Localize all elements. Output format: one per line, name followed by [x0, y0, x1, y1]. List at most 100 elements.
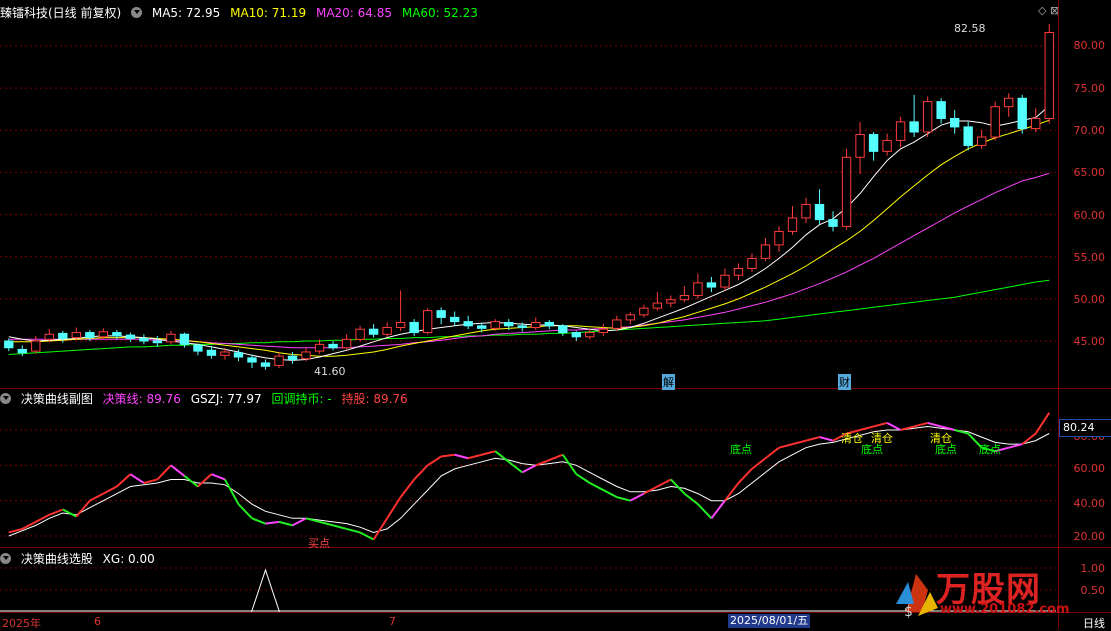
panel-divider[interactable] [0, 547, 1111, 548]
jcx-segment [197, 473, 213, 488]
candle-body [233, 352, 244, 358]
price-tick: 70.00 [1073, 124, 1106, 137]
candle-body [382, 327, 392, 335]
candle-body [760, 244, 771, 259]
jcx-segment [521, 464, 537, 474]
jcx-segment [548, 453, 564, 461]
candle-body [4, 340, 14, 349]
select-title[interactable]: 决策曲线选股 [21, 552, 93, 566]
jcx-segment [697, 503, 713, 520]
candle-body [341, 338, 352, 349]
candle-body [868, 134, 879, 152]
jcx-segment [319, 520, 334, 527]
candle-body [814, 203, 825, 221]
current-date-tag: 2025/08/01/五 [728, 614, 811, 628]
jcx-segment [886, 422, 902, 431]
candle-body [693, 282, 703, 296]
price-axis: 80.00 75.00 70.00 65.00 60.00 55.00 50.0… [1058, 0, 1111, 630]
jcx-segment [467, 453, 482, 460]
event-marker-cai[interactable]: 财 [838, 374, 851, 390]
jcx-segment [873, 421, 888, 428]
candle-body [477, 325, 487, 329]
candle-body [422, 310, 433, 334]
candle-body [855, 134, 865, 158]
candle-body [409, 321, 419, 334]
candle-body [706, 282, 717, 288]
gszj-legend: GSZJ: 77.97 [190, 392, 262, 406]
price-chart[interactable] [0, 0, 1111, 629]
jcx-segment [143, 478, 158, 484]
brand-url: www.201082.com [940, 602, 1070, 617]
candle-body [301, 351, 311, 360]
candle-body [571, 332, 581, 338]
jcx-segment [251, 517, 266, 525]
jcx-segment [386, 496, 402, 519]
candle-body [747, 257, 757, 270]
candle-body [612, 319, 622, 329]
price-tick: 65.00 [1073, 166, 1106, 179]
candle-body [449, 316, 460, 323]
jcx-segment [89, 492, 104, 502]
candle-body [139, 337, 149, 342]
candle-body [679, 294, 690, 301]
candle-body [287, 355, 298, 361]
candle-body [963, 126, 973, 146]
sub-dropdown-icon[interactable] [0, 393, 11, 404]
jcx-segment [278, 520, 293, 527]
jcx-segment [710, 500, 726, 519]
select-dropdown-icon[interactable] [0, 553, 11, 564]
sub-tick: 20.00 [1073, 530, 1106, 543]
sub-tick: 40.00 [1073, 497, 1106, 510]
jcx-segment [265, 520, 280, 525]
jcx-segment [724, 482, 740, 502]
jcx-segment [292, 517, 307, 527]
candle-body [720, 274, 730, 288]
signal-buy: 买点 [308, 537, 330, 550]
price-tick: 75.00 [1073, 82, 1106, 95]
candle-body [801, 203, 811, 219]
jcx-segment [170, 464, 186, 477]
candle-body [990, 106, 1000, 138]
jcx-segment [751, 457, 767, 470]
candle-body [166, 333, 176, 343]
select-tick: 0.50 [1080, 584, 1106, 597]
price-tick: 60.00 [1073, 209, 1106, 222]
select-header: 决策曲线选股 XG: 0.00 [0, 548, 161, 570]
candle-body [733, 268, 744, 276]
jcx-segment [927, 421, 942, 428]
signal-bottom: 底点 [935, 443, 957, 456]
candle-body [652, 302, 663, 309]
candle-body [1031, 117, 1041, 130]
brand-logo: $ 万股网 www.201082.com [888, 560, 1070, 620]
candle-body [544, 321, 554, 327]
jcx-segment [1008, 443, 1023, 449]
jcx-segment [1034, 412, 1051, 435]
candle-body [598, 328, 609, 334]
jcx-segment [494, 450, 510, 463]
jcx-segment [737, 468, 753, 484]
jcx-segment [183, 475, 199, 488]
candlesticks[interactable] [4, 24, 1054, 370]
candle-body [220, 351, 230, 356]
sub-title[interactable]: 决策曲线副图 [21, 392, 93, 406]
candle-body [17, 348, 27, 354]
select-tick: 1.00 [1080, 562, 1106, 575]
signal-bottom: 底点 [979, 443, 1001, 456]
jcx-segment [427, 455, 442, 467]
event-marker-jie[interactable]: 解 [662, 374, 675, 390]
jcx-segment [616, 496, 631, 502]
sub-tick: 60.00 [1073, 462, 1106, 475]
jcx-segment [819, 436, 834, 442]
candle-body [247, 357, 257, 363]
candle-body [44, 333, 54, 340]
jcx-segment [764, 446, 780, 460]
candle-body [206, 349, 217, 356]
candle-body [193, 344, 203, 352]
candle-body [98, 331, 109, 338]
price-tick: 50.00 [1073, 293, 1106, 306]
candle-body [395, 321, 406, 329]
candle-body [976, 136, 987, 146]
price-tick: 45.00 [1073, 335, 1106, 348]
candle-body [787, 217, 798, 232]
candle-body [895, 121, 906, 141]
